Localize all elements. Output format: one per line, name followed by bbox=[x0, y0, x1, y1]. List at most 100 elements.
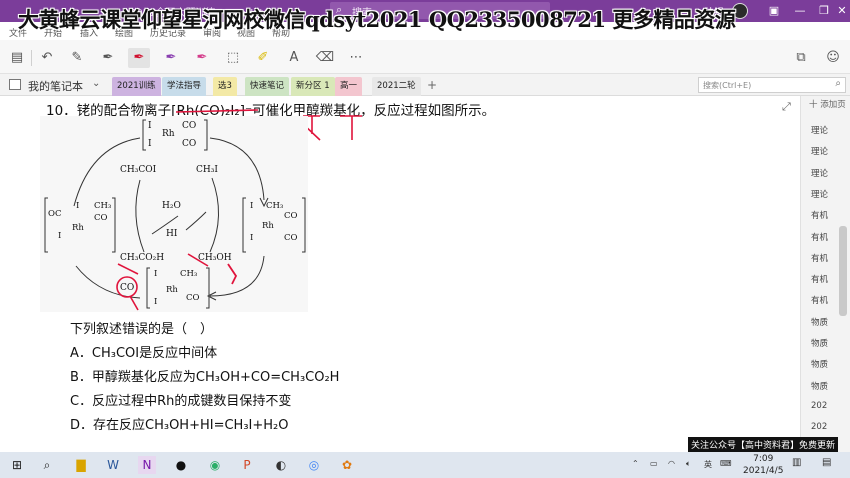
page-list-item[interactable]: 有机 bbox=[811, 294, 828, 306]
catalytic-cycle-figure: I Rh CO I CO CH₃COI H₂O CH₃I HI CH₃CO₂H bbox=[40, 116, 308, 312]
ime-indicator[interactable]: 英 bbox=[704, 459, 712, 470]
tray-volume-icon[interactable]: 🔈︎ bbox=[686, 459, 691, 469]
page-list-item[interactable]: 有机 bbox=[811, 273, 828, 285]
emoji-icon[interactable]: ☺ bbox=[822, 48, 844, 68]
left-rh-complex: OC I CH₃ Rh CO I bbox=[44, 197, 116, 253]
option-a: A．CH₃COI是反应中间体 bbox=[70, 346, 218, 361]
windows-start-icon[interactable]: ⊞ bbox=[8, 456, 26, 474]
minimize-icon[interactable]: — bbox=[788, 2, 812, 20]
search-icon[interactable]: ⌕ bbox=[38, 456, 56, 474]
text-style-icon[interactable]: A bbox=[283, 48, 305, 68]
label-ch3oh: CH₃OH bbox=[198, 253, 232, 263]
page-list: 十 添加页 理论 理论 理论 理论 有机 有机 有机 有机 有机 物质 物质 物质 物质 202 202 bbox=[800, 96, 850, 452]
ribbon-display-icon[interactable]: ▣ bbox=[762, 2, 786, 20]
highlighter-icon[interactable]: ✐ bbox=[252, 48, 274, 68]
close-icon[interactable]: ✕ bbox=[834, 2, 850, 20]
label-co-bottom: CO bbox=[120, 283, 134, 293]
section-tabs: 我的笔记本 ⌄ 2021训练 学法指导 选3 快速笔记 新分区 1 高一 202… bbox=[0, 74, 850, 96]
chrome-icon[interactable]: ◎ bbox=[305, 456, 323, 474]
bottom-rh-complex: I CH₃ Rh CO I bbox=[146, 267, 210, 309]
word-icon[interactable]: W bbox=[104, 456, 122, 474]
page-canvas[interactable]: ⤢ 10．铑的配合物离子[Rh(CO)₂I₂]⁻可催化甲醇羰基化，反应过程如图所… bbox=[0, 96, 800, 452]
svg-text:CO: CO bbox=[186, 293, 200, 303]
notification-icon[interactable]: ▤ bbox=[822, 457, 831, 468]
page-list-item[interactable]: 202 bbox=[811, 401, 827, 411]
clipboard-icon[interactable]: ▤ bbox=[6, 48, 28, 68]
clock-time: 7:09 bbox=[753, 454, 774, 464]
svg-text:Rh: Rh bbox=[72, 223, 84, 233]
more-icon[interactable]: ⋯ bbox=[345, 48, 367, 68]
page-list-item[interactable]: 理论 bbox=[811, 167, 828, 179]
inner-arrow-right bbox=[209, 177, 220, 253]
qq-icon[interactable]: ● bbox=[172, 456, 190, 474]
page-list-item[interactable]: 理论 bbox=[811, 124, 828, 136]
tab-2021-training[interactable]: 2021训练 bbox=[112, 77, 161, 96]
page-list-item[interactable]: 理论 bbox=[811, 188, 828, 200]
tab-elective-3[interactable]: 选3 bbox=[213, 77, 237, 96]
page-list-item[interactable]: 理论 bbox=[811, 145, 828, 157]
powerpoint-icon[interactable]: P bbox=[238, 456, 256, 474]
tray-chevron-icon[interactable]: ⌃ bbox=[632, 459, 639, 468]
tray-battery-icon[interactable]: ▭ bbox=[650, 459, 658, 468]
tray-network-icon[interactable]: ◠ bbox=[668, 459, 675, 468]
label-ch3i: CH₃I bbox=[196, 165, 218, 175]
label-hi: HI bbox=[166, 229, 178, 239]
ink-mark-2 bbox=[340, 115, 362, 140]
app-icon-2[interactable]: ✿ bbox=[338, 456, 356, 474]
page-list-item[interactable]: 物质 bbox=[811, 337, 828, 349]
tab-2021-second-round[interactable]: 2021二轮 bbox=[372, 77, 421, 96]
add-page-button[interactable]: 十 添加页 bbox=[809, 98, 846, 110]
pen-pink-icon[interactable]: ✒ bbox=[191, 48, 213, 68]
search-icon[interactable]: ⌕ bbox=[835, 78, 841, 89]
copy-page-icon[interactable]: ⧉ bbox=[790, 48, 812, 68]
wechat-icon[interactable]: ◉ bbox=[206, 456, 224, 474]
page-list-item[interactable]: 有机 bbox=[811, 209, 828, 221]
pen-purple-icon[interactable]: ✒ bbox=[160, 48, 182, 68]
label-ch3coi: CH₃COI bbox=[120, 165, 157, 175]
restore-icon[interactable]: ❐ bbox=[812, 2, 836, 20]
page-list-scrollbar[interactable] bbox=[839, 226, 847, 316]
option-d: D．存在反应CH₃OH+HI=CH₃I+H₂O bbox=[70, 418, 289, 433]
notebook-search-input[interactable]: 搜索(Ctrl+E) ⌕ bbox=[698, 77, 846, 93]
notice-banner: 关注公众号【高中资料君】免费更新 bbox=[688, 437, 839, 452]
page-list-item[interactable]: 有机 bbox=[811, 252, 828, 264]
shape-icon[interactable]: ⬚ bbox=[222, 48, 244, 68]
svg-text:CO: CO bbox=[94, 213, 108, 223]
toolbar-divider bbox=[31, 50, 32, 66]
svg-text:CO: CO bbox=[284, 233, 298, 243]
tab-grade-10[interactable]: 高一 bbox=[335, 77, 363, 96]
tray-keyboard-icon[interactable]: ⌨ bbox=[720, 459, 732, 468]
display-icon[interactable]: ▥ bbox=[792, 457, 801, 468]
pen-black-icon[interactable]: ✒ bbox=[97, 48, 119, 68]
top-i2: I bbox=[148, 139, 152, 149]
app-icon[interactable]: ◐ bbox=[272, 456, 290, 474]
chevron-down-icon[interactable]: ⌄ bbox=[92, 78, 100, 89]
ink-underline bbox=[175, 109, 259, 113]
option-c: C．反应过程中Rh的成键数目保持不变 bbox=[70, 394, 292, 409]
tab-quick-notes[interactable]: 快速笔记 bbox=[245, 77, 290, 96]
clock[interactable]: 7:09 2021/4/5 bbox=[743, 453, 783, 477]
page-list-item[interactable]: 物质 bbox=[811, 358, 828, 370]
page-list-item[interactable]: 有机 bbox=[811, 231, 828, 243]
pen-red-icon[interactable]: ✒ bbox=[128, 48, 150, 68]
eraser-icon[interactable]: ⌫ bbox=[314, 48, 336, 68]
file-explorer-icon[interactable]: ▇ bbox=[72, 456, 90, 474]
taskbar: ⊞ ⌕ ▇ W N ● ◉ P ◐ ◎ ✿ ⌃ ▭ ◠ 🔈︎ 英 ⌨ 7:09 … bbox=[0, 452, 850, 478]
top-co2: CO bbox=[182, 139, 196, 149]
tab-study-guide[interactable]: 学法指导 bbox=[162, 77, 207, 96]
page-list-item[interactable]: 物质 bbox=[811, 380, 828, 392]
lasso-icon[interactable]: ✎ bbox=[66, 48, 88, 68]
page-list-item[interactable]: 202 bbox=[811, 422, 827, 432]
add-section-button[interactable]: + bbox=[424, 78, 440, 94]
page-list-item[interactable]: 物质 bbox=[811, 316, 828, 328]
undo-icon[interactable]: ↶ bbox=[36, 48, 58, 68]
label-h2o: H₂O bbox=[162, 201, 181, 211]
search-placeholder: 搜索(Ctrl+E) bbox=[703, 81, 752, 90]
svg-text:Rh: Rh bbox=[262, 221, 274, 231]
svg-text:CO: CO bbox=[284, 211, 298, 221]
label-ch3co2h: CH₃CO₂H bbox=[120, 253, 164, 263]
tab-new-section-1[interactable]: 新分区 1 bbox=[291, 77, 335, 96]
onenote-icon[interactable]: N bbox=[138, 456, 156, 474]
inner-arrow-hi bbox=[185, 211, 207, 231]
notebook-name[interactable]: 我的笔记本 bbox=[28, 78, 83, 94]
